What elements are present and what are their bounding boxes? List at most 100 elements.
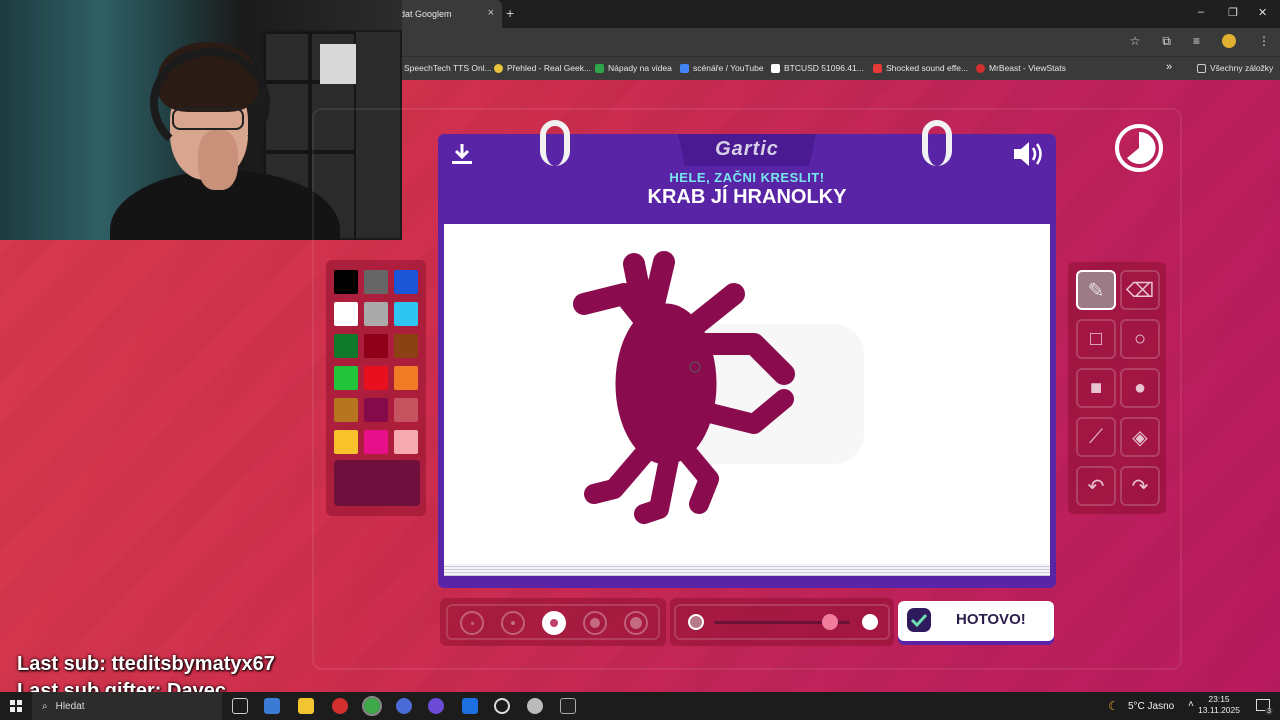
app-icon[interactable]	[332, 698, 348, 714]
brush-size-button[interactable]	[460, 611, 484, 635]
opacity-min-dot	[688, 614, 704, 630]
epic-games-icon[interactable]	[560, 698, 576, 714]
discord-icon[interactable]	[428, 698, 444, 714]
minimize-button[interactable]: –	[1198, 6, 1204, 18]
notebook-ring	[540, 120, 570, 166]
ellipse-outline-icon[interactable]: ○	[1120, 319, 1160, 359]
taskbar-clock[interactable]: 23:15 13.11.2025	[1198, 694, 1240, 716]
color-swatch[interactable]	[334, 334, 358, 358]
current-color-swatch	[334, 460, 420, 506]
windows-start-icon[interactable]	[10, 700, 22, 712]
bookmark-item[interactable]: SpeechTech TTS Onl...	[404, 63, 492, 73]
app-icon[interactable]	[396, 698, 412, 714]
color-swatch[interactable]	[364, 430, 388, 454]
volume-icon[interactable]	[1012, 140, 1044, 168]
gartic-logo: Gartic	[715, 138, 779, 160]
pencil-icon[interactable]: ✎	[1076, 270, 1116, 310]
app-icon[interactable]	[264, 698, 280, 714]
color-swatch[interactable]	[394, 366, 418, 390]
color-swatch[interactable]	[364, 398, 388, 422]
checkmark-icon	[907, 608, 931, 632]
timer-icon	[1115, 124, 1163, 172]
task-view-icon[interactable]	[232, 698, 248, 714]
folder-icon	[1197, 63, 1206, 73]
tab-close-icon[interactable]: ×	[488, 7, 494, 19]
color-swatch[interactable]	[334, 398, 358, 422]
brush-size-button[interactable]	[583, 611, 607, 635]
color-swatch[interactable]	[334, 302, 358, 326]
bookmarks-more-button[interactable]: »	[1166, 61, 1172, 73]
search-placeholder: Hledat	[55, 700, 85, 712]
fill-bucket-icon[interactable]: ◈	[1120, 417, 1160, 457]
color-swatch[interactable]	[394, 270, 418, 294]
bookmark-item[interactable]: Shocked sound effe...	[873, 63, 968, 73]
line-icon[interactable]: ⟋	[1076, 417, 1116, 457]
color-swatch[interactable]	[334, 366, 358, 390]
rectangle-outline-icon[interactable]: □	[1076, 319, 1116, 359]
new-tab-button[interactable]: +	[506, 5, 514, 21]
bulb-icon	[494, 63, 503, 73]
extensions-icon[interactable]: ⧉	[1162, 34, 1171, 49]
tray-chevron-icon[interactable]: ˄	[1188, 699, 1194, 710]
app-icon[interactable]	[527, 698, 543, 714]
reading-list-icon[interactable]: ≡	[1193, 34, 1200, 49]
color-swatch[interactable]	[394, 334, 418, 358]
obs-icon[interactable]	[494, 698, 510, 714]
color-swatch[interactable]	[364, 302, 388, 326]
bookmark-item[interactable]: Nápady na videa	[595, 63, 672, 73]
all-bookmarks-button[interactable]: Všechny záložky	[1197, 63, 1273, 73]
tradingview-icon	[771, 63, 780, 73]
notebook-pages	[444, 564, 1050, 576]
brush-size-button[interactable]	[501, 611, 525, 635]
bookmark-item[interactable]: Přehled - Real Geek...	[494, 63, 591, 73]
redo-icon[interactable]: ↷	[1120, 466, 1160, 506]
menu-icon[interactable]: ⋮	[1258, 34, 1270, 49]
rectangle-filled-icon[interactable]: ■	[1076, 368, 1116, 408]
browser-tab-active[interactable]: dat Googlem ×	[392, 0, 502, 28]
download-icon[interactable]	[450, 142, 474, 166]
color-swatch[interactable]	[334, 430, 358, 454]
color-swatch[interactable]	[394, 398, 418, 422]
opacity-slider-thumb[interactable]	[821, 614, 838, 630]
color-swatch[interactable]	[364, 334, 388, 358]
done-label: HOTOVO!	[956, 611, 1026, 628]
color-swatch[interactable]	[364, 366, 388, 390]
undo-icon[interactable]: ↶	[1076, 466, 1116, 506]
brush-size-panel	[440, 598, 666, 646]
hint-text: HELE, ZAČNI KRESLIT!	[669, 170, 825, 185]
bookmark-item[interactable]: BTCUSD 51096.41...	[771, 63, 864, 73]
chrome-icon[interactable]	[362, 696, 382, 716]
done-button[interactable]: HOTOVO!	[898, 601, 1054, 641]
bookmark-item[interactable]: scénáře / YouTube	[680, 63, 764, 73]
brush-size-button[interactable]	[542, 611, 566, 635]
bookmark-star-icon[interactable]: ☆	[1130, 34, 1141, 49]
file-explorer-icon[interactable]	[298, 698, 314, 714]
opacity-panel	[670, 598, 894, 646]
notification-icon[interactable]: 3	[1256, 699, 1273, 715]
drawing-canvas[interactable]	[444, 224, 1050, 564]
ellipse-filled-icon[interactable]: ●	[1120, 368, 1160, 408]
glasses	[172, 108, 244, 130]
docs-icon	[680, 63, 689, 73]
profile-avatar[interactable]	[1222, 34, 1236, 48]
brush-size-button[interactable]	[624, 611, 648, 635]
color-swatch[interactable]	[394, 430, 418, 454]
drawing	[573, 251, 864, 524]
color-swatch[interactable]	[364, 270, 388, 294]
color-palette	[326, 260, 426, 516]
tab-title: dat Googlem	[400, 9, 452, 19]
restore-button[interactable]: ❐	[1228, 6, 1238, 19]
sheets-icon	[595, 63, 604, 73]
youtube-icon	[873, 63, 882, 73]
last-sub-text: Last sub: tteditsbymatyx67	[17, 653, 275, 675]
color-swatch[interactable]	[334, 270, 358, 294]
bookmark-item[interactable]: MrBeast - ViewStats	[976, 63, 1066, 73]
eraser-icon[interactable]: ⌫	[1120, 270, 1160, 310]
close-window-button[interactable]: ✕	[1258, 6, 1267, 19]
search-icon: ⌕	[42, 700, 48, 712]
vegas-icon[interactable]	[462, 698, 478, 714]
opacity-max-dot	[862, 614, 878, 630]
color-swatch[interactable]	[394, 302, 418, 326]
taskbar-search[interactable]: ⌕ Hledat	[32, 692, 222, 720]
tool-panel: ✎ ⌫ □ ○ ■ ● ⟋ ◈ ↶ ↷	[1068, 262, 1166, 514]
